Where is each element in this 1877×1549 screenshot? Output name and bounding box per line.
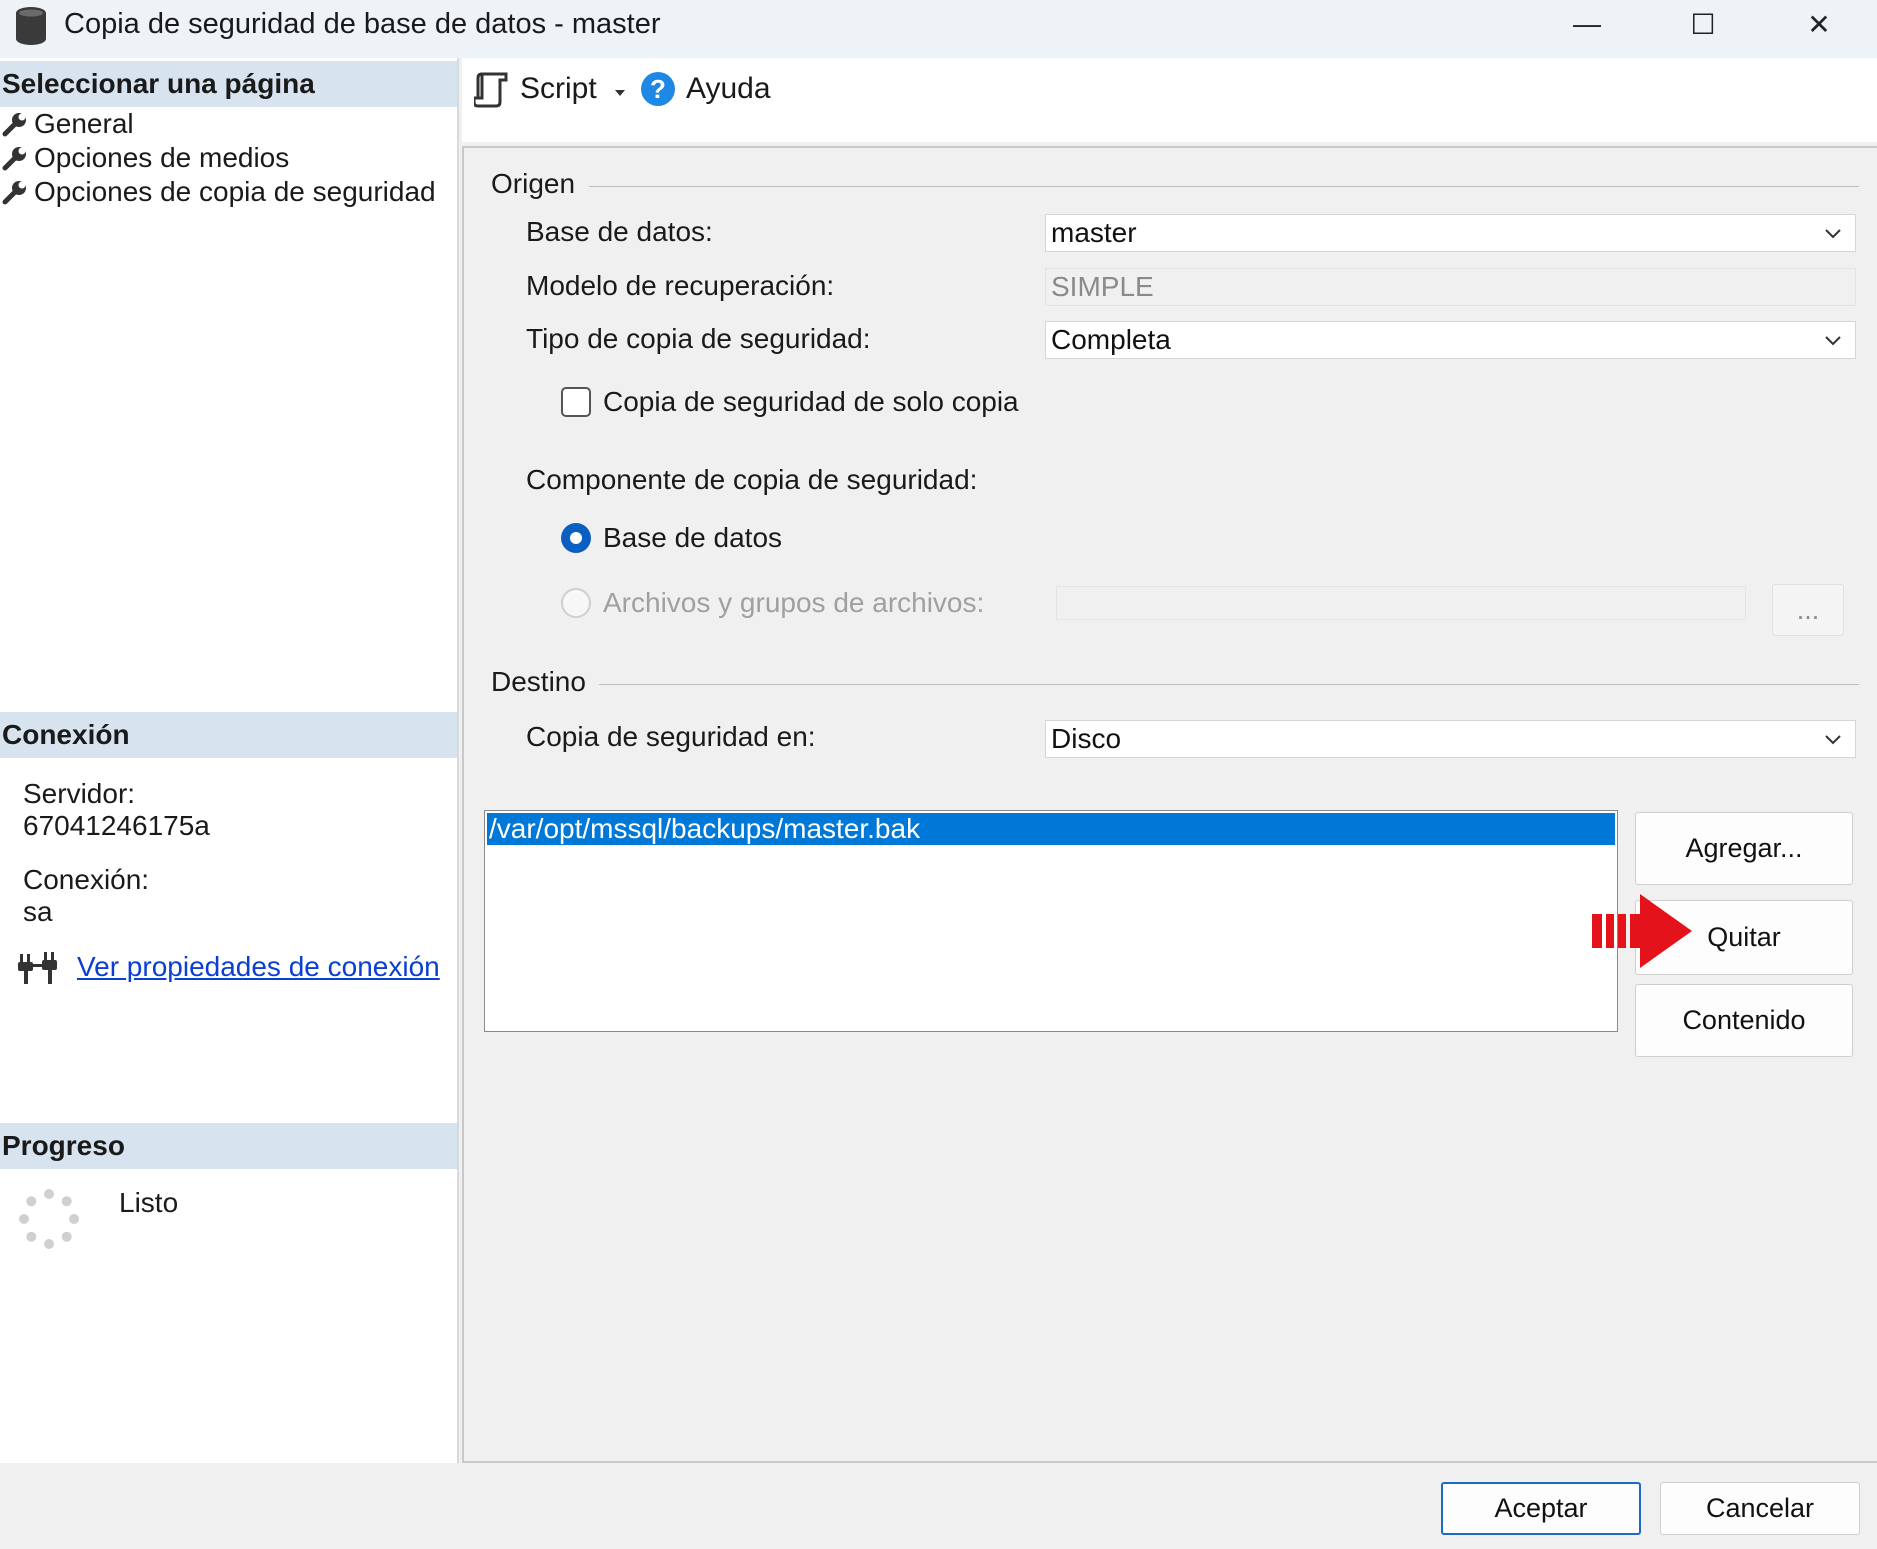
help-label: Ayuda <box>686 72 771 105</box>
backup-component-label: Componente de copia de seguridad: <box>526 464 978 495</box>
database-label: Base de datos: <box>526 216 713 247</box>
checkbox-box <box>561 387 591 417</box>
backup-type-value: Completa <box>1051 324 1171 355</box>
remove-label: Quitar <box>1707 922 1781 952</box>
component-files-radio[interactable]: Archivos y grupos de archivos: <box>561 587 984 619</box>
radio-selected <box>561 523 591 553</box>
connection-plug-icon <box>18 952 57 984</box>
list-item[interactable]: /var/opt/mssql/backups/master.bak <box>487 813 1615 845</box>
backup-type-combobox[interactable]: Completa <box>1045 321 1856 359</box>
chevron-down-icon <box>1825 336 1841 346</box>
recovery-model-label: Modelo de recuperación: <box>526 270 835 301</box>
contents-button[interactable]: Contenido <box>1635 984 1853 1057</box>
component-files-label: Archivos y grupos de archivos: <box>603 587 985 618</box>
page-item-general[interactable]: General <box>2 107 134 141</box>
left-panel: Seleccionar una página General Opciones … <box>0 58 459 1463</box>
chevron-down-icon <box>1825 735 1841 745</box>
backup-to-label: Copia de seguridad en: <box>526 721 816 752</box>
add-label: Agregar... <box>1685 833 1803 863</box>
database-value: master <box>1051 217 1137 248</box>
chevron-down-icon <box>1825 229 1841 239</box>
recovery-model-field: SIMPLE <box>1045 268 1856 306</box>
wrench-icon <box>2 147 26 171</box>
connection-label: Conexión: <box>23 864 150 895</box>
general-page-content: Origen Base de datos: master Modelo de r… <box>462 146 1877 1463</box>
select-page-header: Seleccionar una página <box>0 61 457 107</box>
page-item-media-options[interactable]: Opciones de medios <box>2 141 289 175</box>
browse-label: ... <box>1796 594 1820 625</box>
source-group-header: Origen <box>491 168 576 199</box>
minimize-icon: — <box>1573 8 1601 39</box>
window-title: Copia de seguridad de base de datos - ma… <box>64 8 661 40</box>
add-destination-button[interactable]: Agregar... <box>1635 812 1853 885</box>
backup-type-label: Tipo de copia de seguridad: <box>526 323 871 354</box>
cancel-button[interactable]: Cancelar <box>1660 1482 1860 1535</box>
page-item-backup-options[interactable]: Opciones de copia de seguridad <box>2 175 436 209</box>
toolbar: Script ? Ayuda <box>462 58 1877 142</box>
component-database-radio[interactable]: Base de datos <box>561 522 782 554</box>
progress-status: Listo <box>119 1187 179 1218</box>
svg-text:?: ? <box>650 74 666 104</box>
minimize-button[interactable]: — <box>1532 0 1642 48</box>
help-button[interactable]: ? Ayuda <box>640 64 771 114</box>
page-item-label: Opciones de medios <box>34 142 290 173</box>
contents-label: Contenido <box>1682 1005 1806 1035</box>
close-button[interactable]: ✕ <box>1764 0 1874 48</box>
browse-filegroups-button: ... <box>1772 584 1844 636</box>
script-label: Script <box>520 72 597 105</box>
page-item-label: General <box>34 108 134 139</box>
server-label: Servidor: <box>23 778 136 809</box>
ok-button[interactable]: Aceptar <box>1441 1482 1641 1535</box>
source-group-divider <box>589 186 1859 187</box>
backup-destination-list[interactable]: /var/opt/mssql/backups/master.bak <box>484 810 1618 1032</box>
progress-header: Progreso <box>0 1123 457 1169</box>
ok-label: Aceptar <box>1494 1493 1588 1523</box>
backup-to-combobox[interactable]: Disco <box>1045 720 1856 758</box>
wrench-icon <box>2 181 26 205</box>
connection-header: Conexión <box>0 712 457 758</box>
files-filegroups-field <box>1056 586 1746 620</box>
destination-group-header: Destino <box>491 666 586 697</box>
radio-unselected <box>561 588 591 618</box>
red-arrow-annotation <box>1592 894 1692 968</box>
title-bar: Copia de seguridad de base de datos - ma… <box>0 0 1877 58</box>
close-icon: ✕ <box>1807 8 1831 40</box>
view-connection-properties-link[interactable]: Ver propiedades de conexión <box>77 951 440 983</box>
script-button[interactable]: Script <box>474 64 597 114</box>
page-item-label: Opciones de copia de seguridad <box>34 176 436 207</box>
caret-down-icon <box>615 90 625 96</box>
maximize-button[interactable]: ☐ <box>1648 0 1758 48</box>
server-value: 67041246175a <box>23 810 210 841</box>
cancel-label: Cancelar <box>1705 1493 1815 1523</box>
copy-only-label: Copia de seguridad de solo copia <box>603 386 1019 417</box>
database-combobox[interactable]: master <box>1045 214 1856 252</box>
database-icon <box>16 7 46 45</box>
component-database-label: Base de datos <box>603 522 783 553</box>
connection-value: sa <box>23 896 53 927</box>
help-icon: ? <box>641 72 675 106</box>
maximize-icon: ☐ <box>1690 8 1716 40</box>
script-dropdown-button[interactable] <box>612 76 628 108</box>
destination-group-divider <box>599 684 1859 685</box>
copy-only-checkbox[interactable]: Copia de seguridad de solo copia <box>561 386 1019 418</box>
progress-spinner-icon <box>19 1189 79 1249</box>
wrench-icon <box>2 113 26 137</box>
backup-to-value: Disco <box>1051 723 1122 754</box>
script-icon <box>474 72 508 108</box>
